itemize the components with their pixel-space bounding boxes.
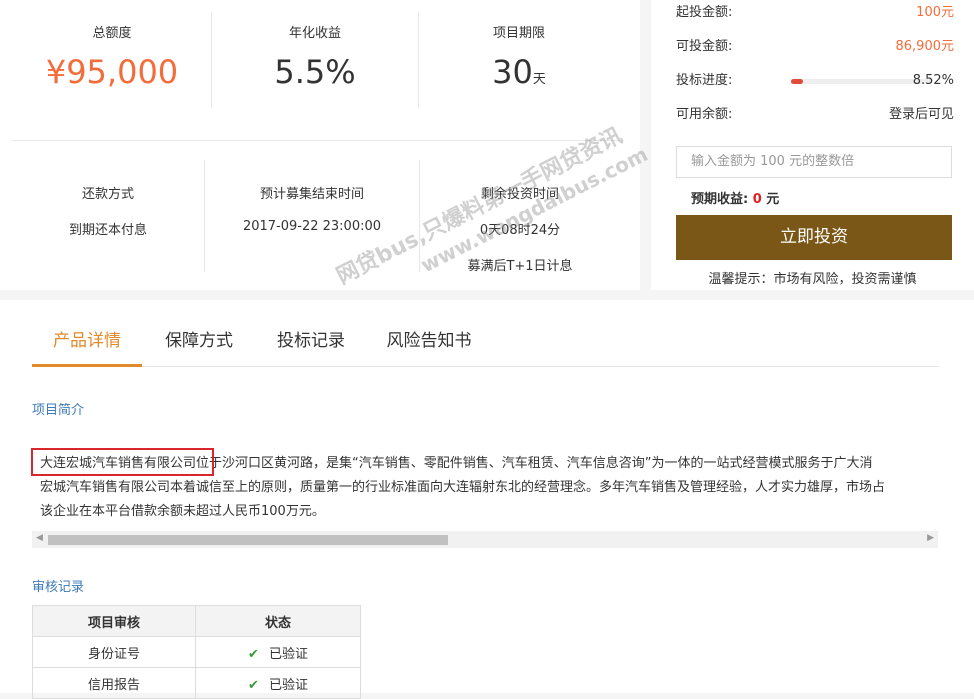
end-time-info: 预计募集结束时间 2017-09-22 23:00:00 bbox=[205, 183, 419, 273]
invest-panel: 起投金额: 100元 可投金额: 86,900元 投标进度: 8.52% 可用余… bbox=[651, 0, 974, 290]
audit-status-text: 已验证 bbox=[268, 677, 308, 693]
audit-status-text: 已验证 bbox=[268, 646, 308, 662]
audit-status: ✔ 已验证 bbox=[195, 636, 361, 668]
progress-label: 投标进度: bbox=[676, 73, 733, 88]
description-line-2: 宏城汽车销售有限公司本着诚信至上的原则，质量第一的行业标准面向大连辐射东北的经营… bbox=[40, 480, 886, 495]
min-amount-value: 100元 bbox=[916, 5, 954, 20]
scroll-right-icon[interactable]: ▶ bbox=[927, 533, 934, 543]
company-highlight-box bbox=[31, 448, 214, 476]
total-amount-label: 总额度 bbox=[92, 26, 132, 41]
annual-rate-value: 5.5% bbox=[274, 53, 356, 91]
annual-rate-label: 年化收益 bbox=[288, 26, 341, 41]
available-amount-label: 可投金额: bbox=[676, 39, 733, 54]
total-amount-value: ¥95,000 bbox=[45, 53, 179, 91]
term-stat: 项目期限 30天 bbox=[419, 0, 619, 110]
repay-method-info: 还款方式 到期还本付息 bbox=[12, 183, 204, 273]
table-row: 信用报告 ✔ 已验证 bbox=[32, 667, 361, 699]
expected-earnings: 预期收益: 0 元 bbox=[691, 188, 779, 207]
progress-row: 投标进度: 8.52% bbox=[676, 71, 954, 91]
available-amount-row: 可投金额: 86,900元 bbox=[676, 37, 954, 57]
scrollbar-thumb[interactable] bbox=[48, 535, 448, 545]
available-amount-value: 86,900元 bbox=[895, 39, 955, 54]
remaining-time-info: 剩余投资时间 0天08时24分 募满后T+1日计息 bbox=[420, 183, 620, 283]
term-value: 30 bbox=[492, 53, 533, 91]
audit-table: 项目审核 状态 身份证号 ✔ 已验证 信用报告 ✔ 已验证 bbox=[32, 605, 361, 699]
audit-records-title: 审核记录 bbox=[32, 580, 85, 595]
balance-row: 可用余额: 登录后可见 bbox=[676, 105, 954, 125]
table-header-row: 项目审核 状态 bbox=[32, 605, 361, 637]
remaining-time-value: 0天08时24分 bbox=[479, 223, 561, 238]
invest-now-button[interactable]: 立即投资 bbox=[676, 215, 952, 260]
interest-note: 募满后T+1日计息 bbox=[467, 259, 573, 274]
term-value-wrap: 30天 bbox=[419, 52, 619, 100]
progress-bar-fill bbox=[791, 79, 803, 84]
min-amount-label: 起投金额: bbox=[676, 5, 733, 20]
expected-earnings-value: 0 bbox=[752, 192, 762, 207]
tab-product-details[interactable]: 产品详情 bbox=[32, 324, 142, 367]
description-line-1-rest: 位于沙河口区黄河路，是集“汽车销售、零配件销售、汽车租赁、汽车信息咨询”为一体的… bbox=[196, 456, 873, 471]
project-intro-title: 项目简介 bbox=[32, 403, 85, 418]
repay-method-value: 到期还本付息 bbox=[68, 223, 147, 238]
end-time-label: 预计募集结束时间 bbox=[259, 187, 364, 202]
audit-item: 身份证号 bbox=[32, 636, 196, 668]
expected-earnings-unit: 元 bbox=[761, 192, 780, 207]
divider bbox=[12, 140, 620, 141]
tab-bid-records[interactable]: 投标记录 bbox=[266, 324, 356, 364]
progress-value: 8.52% bbox=[912, 73, 954, 88]
tab-risk-notice[interactable]: 风险告知书 bbox=[378, 324, 480, 364]
progress-bar bbox=[791, 79, 931, 84]
detail-section: 产品详情 保障方式 投标记录 风险告知书 项目简介 大连宏城汽车销售有限公司位于… bbox=[0, 300, 974, 699]
remaining-time-label: 剩余投资时间 bbox=[480, 187, 559, 202]
description-line-3: 该企业在本平台借款余额未超过人民币100万元。 bbox=[40, 504, 325, 519]
term-unit: 天 bbox=[532, 72, 546, 87]
audit-status: ✔ 已验证 bbox=[195, 667, 361, 699]
balance-login-link[interactable]: 登录后可见 bbox=[889, 105, 954, 125]
end-time-value: 2017-09-22 23:00:00 bbox=[242, 219, 382, 234]
detail-tabs: 产品详情 保障方式 投标记录 风险告知书 bbox=[32, 324, 939, 367]
audit-item: 信用报告 bbox=[32, 667, 196, 699]
check-icon: ✔ bbox=[248, 646, 259, 662]
repay-method-label: 还款方式 bbox=[81, 187, 134, 202]
scroll-left-icon[interactable]: ◀ bbox=[36, 533, 43, 543]
table-row: 身份证号 ✔ 已验证 bbox=[32, 636, 361, 668]
term-label: 项目期限 bbox=[492, 26, 545, 41]
balance-label: 可用余额: bbox=[676, 107, 733, 122]
table-header: 状态 bbox=[195, 605, 361, 637]
risk-tip: 温馨提示：市场有风险，投资需谨慎 bbox=[708, 272, 917, 287]
tab-guarantee[interactable]: 保障方式 bbox=[154, 324, 244, 364]
expected-earnings-label: 预期收益: bbox=[691, 192, 753, 207]
check-icon: ✔ bbox=[248, 677, 259, 693]
amount-input[interactable]: 输入金额为 100 元的整数倍 bbox=[676, 146, 952, 178]
min-amount-row: 起投金额: 100元 bbox=[676, 3, 954, 23]
total-amount-stat: 总额度 ¥95,000 bbox=[12, 0, 212, 110]
table-header: 项目审核 bbox=[32, 605, 196, 637]
horizontal-scrollbar[interactable]: ◀ ▶ bbox=[32, 531, 938, 548]
annual-rate-stat: 年化收益 5.5% bbox=[212, 0, 418, 110]
loan-summary-panel: 总额度 ¥95,000 年化收益 5.5% 项目期限 30天 还款方式 到期还本… bbox=[0, 0, 640, 290]
